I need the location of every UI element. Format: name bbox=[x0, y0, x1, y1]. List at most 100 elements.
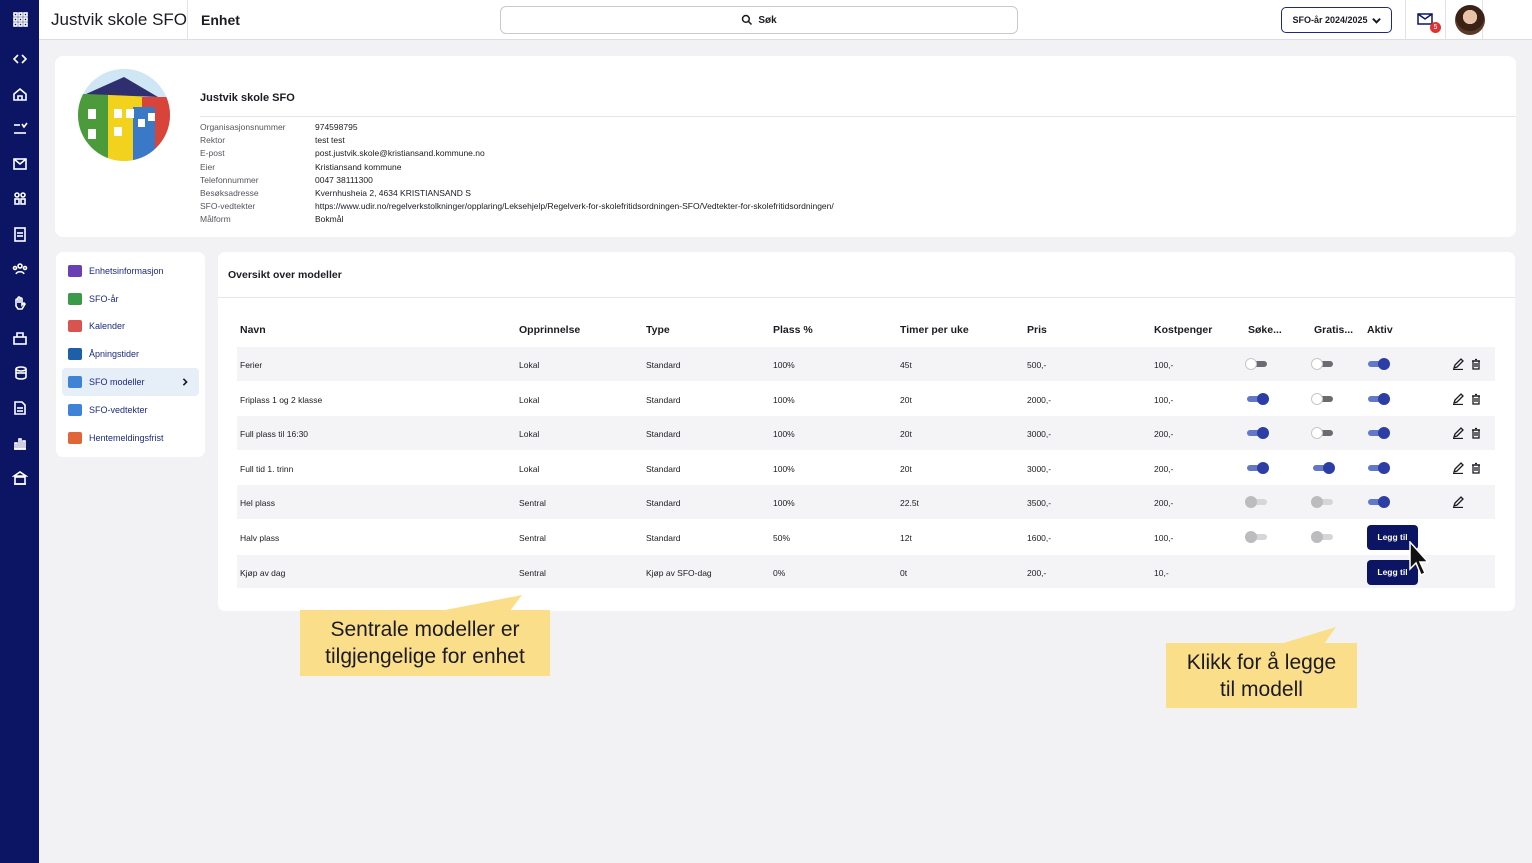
report-icon[interactable] bbox=[0, 221, 39, 247]
info-row: Målform Bokmål bbox=[200, 213, 834, 226]
search-input[interactable]: Søk bbox=[500, 6, 1018, 34]
column-header[interactable]: Timer per uke bbox=[900, 324, 969, 336]
edit-icon[interactable] bbox=[1452, 461, 1464, 474]
menu-item-sfo-modeller[interactable]: SFO modeller bbox=[62, 368, 199, 396]
edit-icon[interactable] bbox=[1452, 358, 1464, 371]
column-header[interactable]: Opprinnelse bbox=[519, 324, 580, 336]
runner-icon bbox=[68, 431, 82, 444]
info-value: Kristiansand kommune bbox=[315, 161, 402, 172]
toggle-soke bbox=[1245, 496, 1269, 509]
column-header[interactable]: Søke... bbox=[1248, 324, 1282, 336]
toggle-gratis bbox=[1311, 496, 1335, 509]
avatar[interactable] bbox=[1455, 5, 1485, 35]
table-row[interactable]: Kjøp av dag Sentral Kjøp av SFO-dag 0% 0t 200… bbox=[237, 553, 1495, 589]
page-title: Enhet bbox=[201, 12, 240, 28]
toggle-soke[interactable] bbox=[1245, 427, 1269, 440]
toggle-gratis[interactable] bbox=[1311, 358, 1335, 370]
cell-navn: Full tid 1. trinn bbox=[240, 463, 294, 474]
models-panel: Oversikt over modeller Navn Opprinnelse Ty… bbox=[218, 252, 1515, 611]
app-title[interactable]: Justvik skole SFO bbox=[51, 10, 187, 30]
document-icon[interactable] bbox=[0, 395, 39, 421]
column-header[interactable]: Type bbox=[646, 324, 670, 336]
toggle-soke bbox=[1245, 530, 1269, 543]
menu-item-sfo-vedtekter[interactable]: SFO-vedtekter bbox=[56, 396, 205, 424]
mail-icon[interactable] bbox=[0, 151, 39, 177]
menu-item--pningstider[interactable]: Åpningstider bbox=[56, 340, 205, 368]
info-value[interactable]: https://www.udir.no/regelverkstolkninger… bbox=[315, 200, 834, 213]
info-label: Telefonnummer bbox=[200, 174, 259, 185]
trash-icon[interactable] bbox=[1470, 393, 1482, 405]
clock-icon bbox=[68, 348, 82, 361]
people-icon[interactable] bbox=[0, 256, 39, 282]
info-value: post.justvik.skole@kristiansand.kommune.… bbox=[315, 148, 485, 159]
models-icon bbox=[68, 376, 82, 389]
cell-timer: 12t bbox=[900, 532, 912, 543]
toggle-soke[interactable] bbox=[1245, 358, 1269, 370]
cell-opprinnelse: Lokal bbox=[519, 429, 540, 440]
menu-item-hentemeldingsfrist[interactable]: Hentemeldingsfrist bbox=[56, 424, 205, 452]
toggle-aktiv[interactable] bbox=[1366, 461, 1390, 474]
cell-plass: 100% bbox=[773, 429, 795, 440]
menu-item-label: Åpningstider bbox=[89, 349, 140, 360]
table-row[interactable]: Ferier Lokal Standard 100% 45t 500,- 100,- bbox=[237, 346, 1495, 381]
menu-item-kalender[interactable]: Kalender bbox=[56, 313, 205, 341]
trash-icon[interactable] bbox=[1470, 358, 1482, 370]
table-row[interactable]: Full tid 1. trinn Lokal Standard 100% 20t 300… bbox=[237, 449, 1495, 485]
apps-grid-icon[interactable] bbox=[0, 6, 39, 32]
column-header[interactable]: Pris bbox=[1027, 324, 1047, 336]
toggle-gratis[interactable] bbox=[1311, 392, 1335, 405]
chart-icon[interactable] bbox=[0, 430, 39, 456]
column-header[interactable]: Kostpenger bbox=[1154, 324, 1212, 336]
cell-opprinnelse: Lokal bbox=[519, 463, 540, 474]
toggle-soke[interactable] bbox=[1245, 392, 1269, 405]
cell-opprinnelse: Sentral bbox=[519, 498, 546, 509]
menu-item-enhetsinformasjon[interactable]: Enhetsinformasjon bbox=[56, 257, 205, 285]
table-row[interactable]: Halv plass Sentral Standard 50% 12t 1600,- 100… bbox=[237, 518, 1495, 554]
cell-timer: 0t bbox=[900, 567, 908, 578]
hand-icon[interactable] bbox=[0, 290, 39, 316]
toggle-aktiv[interactable] bbox=[1366, 496, 1390, 509]
table-row[interactable]: Full plass til 16:30 Lokal Standard 100% 20t… bbox=[237, 415, 1495, 450]
menu-item-label: SFO modeller bbox=[89, 377, 145, 388]
edit-icon[interactable] bbox=[1452, 496, 1464, 509]
menu-item-label: Enhetsinformasjon bbox=[89, 265, 164, 276]
calendar-icon bbox=[68, 320, 82, 333]
toggle-gratis[interactable] bbox=[1311, 427, 1335, 440]
column-header[interactable]: Gratis... bbox=[1314, 324, 1353, 336]
unit-name: Justvik skole SFO bbox=[200, 92, 295, 104]
year-selector[interactable]: SFO-år 2024/2025 bbox=[1281, 7, 1392, 33]
cell-type: Standard bbox=[646, 394, 681, 405]
cell-type: Standard bbox=[646, 532, 681, 543]
toggle-soke[interactable] bbox=[1245, 461, 1269, 474]
column-header[interactable]: Plass % bbox=[773, 324, 813, 336]
toggle-gratis[interactable] bbox=[1311, 461, 1335, 474]
column-header[interactable]: Navn bbox=[240, 324, 266, 336]
edit-icon[interactable] bbox=[1452, 392, 1464, 405]
home-icon[interactable] bbox=[0, 81, 39, 107]
mail-button[interactable]: 5 bbox=[1417, 11, 1441, 33]
building-icon[interactable] bbox=[0, 325, 39, 351]
toggle-aktiv[interactable] bbox=[1366, 392, 1390, 405]
code-toggle-icon[interactable] bbox=[0, 46, 39, 72]
edit-icon[interactable] bbox=[1452, 427, 1464, 440]
table-row[interactable]: Hel plass Sentral Standard 100% 22.5t 3500,- 2… bbox=[237, 484, 1495, 519]
cell-navn: Ferier bbox=[240, 360, 263, 370]
cell-navn: Friplass 1 og 2 klasse bbox=[240, 394, 323, 405]
groups-icon[interactable] bbox=[0, 185, 39, 211]
cell-pris: 500,- bbox=[1027, 360, 1047, 370]
column-header[interactable]: Aktiv bbox=[1367, 324, 1393, 336]
menu-item-label: Kalender bbox=[89, 321, 126, 332]
info-label: E-post bbox=[200, 148, 225, 159]
tasks-icon[interactable] bbox=[0, 116, 39, 142]
coins-icon[interactable] bbox=[0, 360, 39, 386]
chevron-right-icon bbox=[181, 378, 189, 386]
trash-icon[interactable] bbox=[1470, 427, 1482, 439]
trash-icon[interactable] bbox=[1470, 462, 1482, 474]
cell-type: Standard bbox=[646, 429, 681, 440]
table-row[interactable]: Friplass 1 og 2 klasse Lokal Standard 100% 2… bbox=[237, 380, 1495, 416]
toggle-aktiv[interactable] bbox=[1366, 358, 1390, 370]
cell-opprinnelse: Lokal bbox=[519, 360, 540, 370]
menu-item-sfo-r[interactable]: SFO-år bbox=[56, 285, 205, 313]
institution-icon[interactable] bbox=[0, 465, 39, 491]
toggle-aktiv[interactable] bbox=[1366, 427, 1390, 440]
